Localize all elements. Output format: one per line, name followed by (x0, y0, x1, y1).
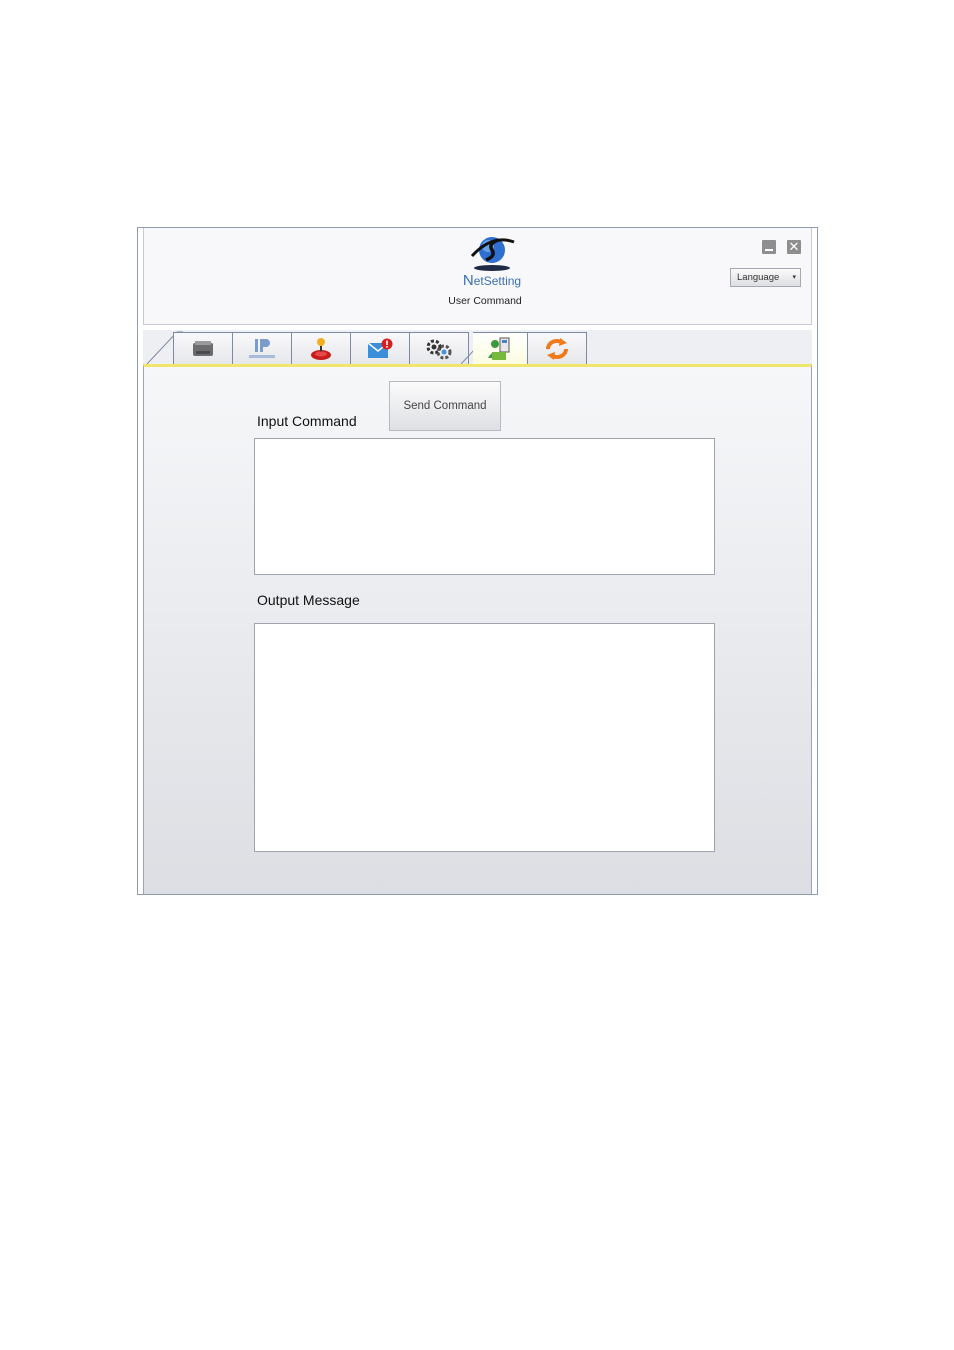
tab-printer[interactable] (173, 332, 233, 364)
tab-ip-network[interactable] (232, 332, 292, 364)
refresh-icon (545, 337, 569, 360)
tab-alert-mail[interactable] (350, 332, 410, 364)
send-command-button[interactable]: Send Command (389, 381, 501, 431)
minimize-button[interactable] (762, 240, 776, 254)
input-command-field[interactable] (254, 438, 715, 575)
tab-refresh[interactable] (527, 332, 587, 364)
page-subtitle: User Command (448, 295, 522, 307)
logo-text-rest: etSetting (473, 274, 522, 288)
globe-icon (470, 237, 515, 271)
language-select-label: Language (737, 272, 780, 283)
window-header: NetSetting User Command ✕ Language ▾ (143, 228, 812, 325)
output-message-label: Output Message (257, 592, 360, 608)
user-command-icon (488, 337, 510, 360)
user-command-panel: Send Command Input Command Output Messag… (143, 364, 812, 894)
ip-network-icon (249, 338, 275, 358)
netsetting-logo: NetSetting (462, 234, 522, 292)
output-message-field (254, 623, 715, 852)
close-button[interactable]: ✕ (787, 239, 801, 254)
chevron-down-icon: ▾ (792, 274, 796, 281)
language-select[interactable]: Language ▾ (730, 268, 801, 287)
netsetting-window: NetSetting User Command ✕ Language ▾ Sen… (137, 227, 818, 895)
tab-user-command[interactable] (473, 332, 528, 364)
tab-joystick[interactable] (291, 332, 351, 364)
tab-bar (143, 330, 812, 364)
tab-settings[interactable] (409, 332, 469, 364)
input-command-label: Input Command (257, 413, 357, 429)
alert-mail-icon (367, 338, 393, 358)
printer-icon (193, 340, 213, 356)
logo-text-initial: N (462, 272, 474, 289)
joystick-icon (311, 337, 331, 360)
gears-icon (426, 339, 452, 359)
close-icon: ✕ (788, 239, 800, 254)
